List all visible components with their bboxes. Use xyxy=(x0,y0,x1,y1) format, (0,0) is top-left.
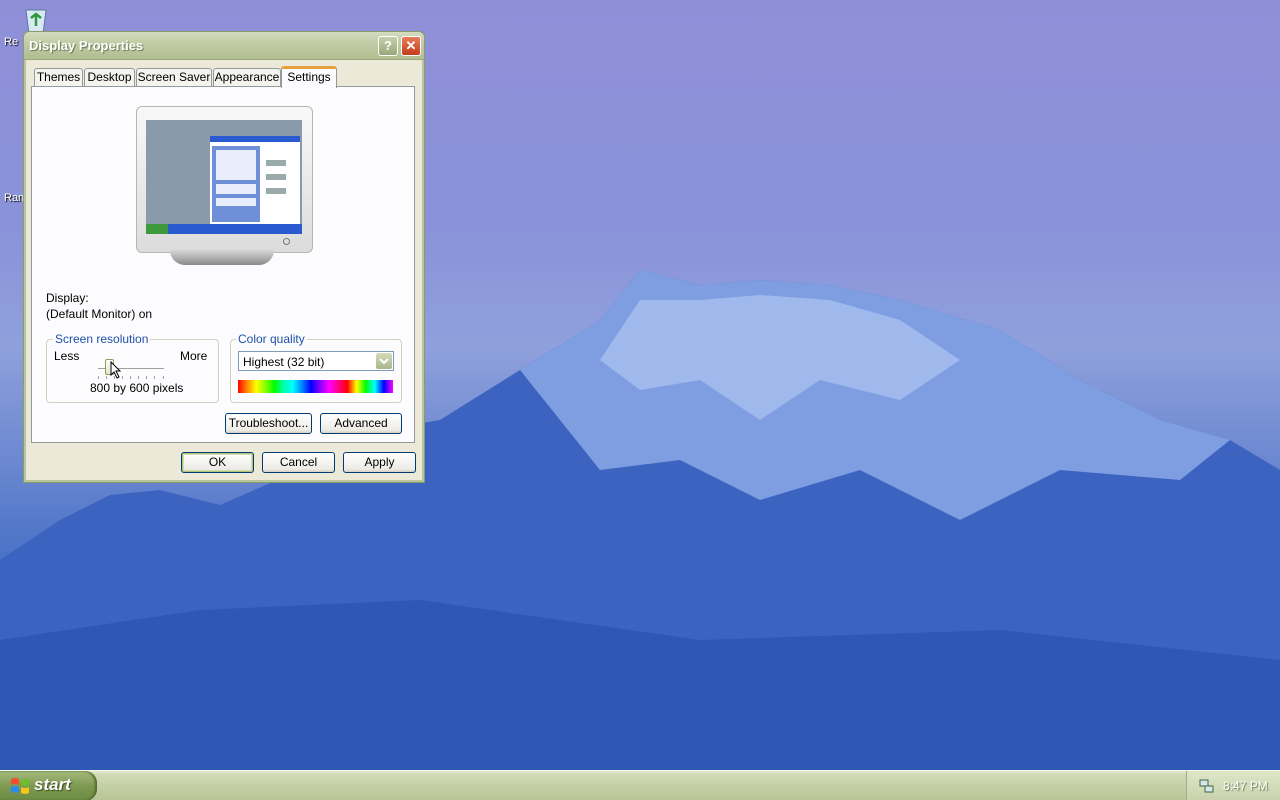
tab-desktop[interactable]: Desktop xyxy=(84,68,135,87)
start-button[interactable]: start xyxy=(0,771,97,800)
display-value: (Default Monitor) on xyxy=(46,307,153,321)
title-bar[interactable]: Display Properties ? ✕ xyxy=(24,32,424,60)
slider-more-label: More xyxy=(180,349,208,363)
system-tray: 8:47 PM xyxy=(1186,771,1280,800)
tab-settings[interactable]: Settings xyxy=(281,66,337,88)
color-quality-dropdown[interactable]: Highest (32 bit) xyxy=(238,351,394,371)
settings-panel: Display: (Default Monitor) on Screen res… xyxy=(31,86,415,443)
slider-tick xyxy=(106,376,107,379)
cancel-button[interactable]: Cancel xyxy=(262,452,335,473)
slider-tick xyxy=(163,376,164,379)
advanced-button[interactable]: Advanced xyxy=(320,413,402,434)
slider-tick xyxy=(154,376,155,379)
mouse-cursor-icon xyxy=(110,361,122,379)
window-title: Display Properties xyxy=(29,38,144,53)
display-properties-window: Display Properties ? ✕ Themes Desktop Sc… xyxy=(23,31,425,483)
slider-tick xyxy=(130,376,131,379)
tab-screen-saver[interactable]: Screen Saver xyxy=(136,68,212,87)
color-spectrum-bar xyxy=(238,380,393,393)
start-label: start xyxy=(34,775,71,794)
screen-preview-graphic xyxy=(146,136,302,234)
slider-tick xyxy=(98,376,99,379)
network-icon[interactable] xyxy=(1199,778,1215,794)
color-quality-value: Highest (32 bit) xyxy=(243,355,325,369)
resolution-value: 800 by 600 pixels xyxy=(90,381,184,395)
clock[interactable]: 8:47 PM xyxy=(1223,779,1268,793)
tab-themes[interactable]: Themes xyxy=(34,68,83,87)
tab-appearance[interactable]: Appearance xyxy=(213,68,281,87)
color-quality-group xyxy=(230,339,402,403)
taskbar: start 8:47 PM xyxy=(0,770,1280,800)
apply-button[interactable]: Apply xyxy=(343,452,416,473)
slider-less-label: Less xyxy=(54,349,80,363)
color-quality-title: Color quality xyxy=(236,332,307,346)
ok-button[interactable]: OK xyxy=(181,452,254,473)
slider-tick xyxy=(122,376,123,379)
monitor-preview xyxy=(136,106,313,253)
slider-tick xyxy=(146,376,147,379)
chevron-down-icon[interactable] xyxy=(376,353,392,369)
resolution-slider-area: Less More 800 by 600 pixels xyxy=(46,339,219,403)
slider-tick xyxy=(138,376,139,379)
close-button[interactable]: ✕ xyxy=(401,36,421,56)
help-button[interactable]: ? xyxy=(378,36,398,56)
display-label: Display: xyxy=(46,291,89,305)
monitor-screen xyxy=(146,120,302,234)
power-button-icon xyxy=(283,238,290,245)
windows-logo-icon xyxy=(11,778,29,794)
monitor-stand xyxy=(170,250,274,265)
troubleshoot-button[interactable]: Troubleshoot... xyxy=(225,413,312,434)
